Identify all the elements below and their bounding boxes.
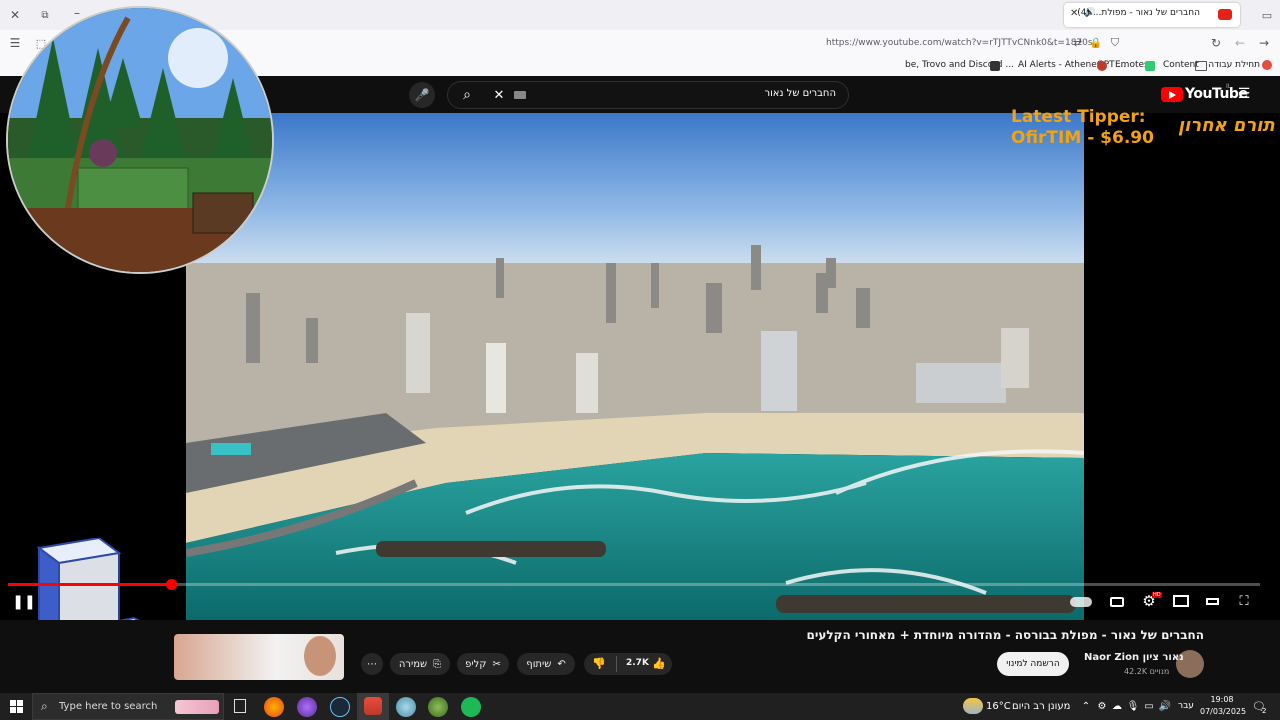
athene-icon [1097, 61, 1107, 71]
bookmark-favicon-icon [1262, 60, 1272, 70]
progress-played [8, 583, 171, 586]
tray-app-icon[interactable]: ⚙ [1096, 699, 1108, 713]
task-view-icon[interactable] [234, 699, 246, 713]
country-code: IL [1226, 83, 1232, 90]
clip-label: קליפ [465, 658, 487, 670]
bookmark-icon: ⎘ [433, 658, 442, 670]
weather-text[interactable]: מעונן רב היום [1012, 701, 1070, 712]
url-text[interactable]: https://www.youtube.com/watch?v=rTJTTvCN… [826, 38, 1093, 48]
restore-window-icon[interactable]: ⧉ [38, 8, 52, 22]
guide-menu-icon[interactable]: ☰ [1236, 86, 1252, 102]
fullscreen-icon[interactable]: ⛶ [1237, 594, 1251, 609]
hd-badge: HD [1152, 592, 1162, 598]
share-button[interactable]: שיתוף ↶ [517, 653, 575, 675]
subscribe-button[interactable]: הרשמה למינוי [997, 652, 1069, 676]
firefox-icon[interactable] [264, 697, 284, 717]
thumbnail-face [304, 636, 336, 676]
lock-icon[interactable]: 🔒 [1090, 36, 1102, 50]
like-dislike-group: 👎 2.7K 👍 [584, 653, 672, 675]
close-window-icon[interactable]: ✕ [8, 8, 22, 22]
latest-tipper-label: Latest Tipper: [1011, 107, 1146, 127]
latest-tipper-value: OfirTIM - $6.90 [1011, 128, 1154, 148]
spotify-icon[interactable] [461, 697, 481, 717]
search-icon[interactable]: ⌕ [458, 86, 476, 104]
windows-taskbar: ⌕ Type here to search 16°C מעונן רב היום… [0, 693, 1280, 720]
chevron-up-icon[interactable]: ⌃ [1080, 699, 1092, 713]
taskbar-active-app[interactable] [357, 693, 389, 720]
clock-time[interactable]: 19:08 [1203, 695, 1241, 704]
app-icon[interactable] [396, 697, 416, 717]
subscriber-count: 42.2K מנויים [1124, 667, 1170, 676]
video-scene-image [186, 113, 1084, 620]
language-indicator[interactable]: עבר [1178, 701, 1194, 711]
dislike-button[interactable]: 👎 [592, 657, 606, 670]
bookmark-item[interactable]: תחילת עבודה [1208, 60, 1260, 70]
menu-icon[interactable]: ☰ [8, 36, 22, 50]
pause-icon[interactable]: ❚❚ [12, 594, 35, 610]
subtitles-icon[interactable] [1110, 597, 1124, 607]
like-count[interactable]: 2.7K [626, 658, 649, 668]
youtube-logo-icon[interactable] [1161, 87, 1183, 102]
search-box[interactable]: ⌕ ✕ החברים של נאור [447, 81, 849, 109]
like-button[interactable]: 👍 [652, 657, 666, 670]
microphone-icon[interactable]: 🎙 [1127, 699, 1140, 713]
miniplayer-icon[interactable] [1173, 595, 1189, 607]
forward-icon[interactable]: ← [1233, 36, 1247, 50]
search-highlight-image [175, 700, 219, 714]
app-icon[interactable] [428, 697, 448, 717]
progress-scrubber[interactable] [165, 579, 177, 590]
weather-temp[interactable]: 16°C [986, 701, 1011, 712]
clip-button[interactable]: קליפ ✂ [457, 653, 509, 675]
channel-name[interactable]: Naor Zion נאור ציון [1084, 652, 1184, 663]
taskbar-search-placeholder: Type here to search [59, 701, 158, 712]
translate-icon[interactable]: ⇄ [1072, 36, 1084, 50]
search-input[interactable]: החברים של נאור [764, 88, 836, 99]
tab-list-icon[interactable]: ▭ [1260, 8, 1274, 22]
autoplay-toggle[interactable] [1070, 597, 1092, 607]
clear-search-icon[interactable]: ✕ [490, 86, 508, 104]
bookmark-item[interactable]: Content [1163, 60, 1199, 70]
folder-icon [1195, 61, 1207, 71]
clock-date[interactable]: 07/03/2025 [1200, 707, 1246, 716]
progress-bar[interactable] [8, 579, 1260, 590]
more-actions-icon[interactable]: ⋯ [361, 653, 383, 675]
discord-icon [990, 61, 1000, 71]
share-icon: ↶ [557, 658, 566, 670]
browser-tab-active[interactable]: ✕ 🔊 החברים של נאור - מפולת... (4) [1064, 3, 1240, 27]
taskbar-search-box[interactable]: ⌕ Type here to search [32, 693, 224, 720]
game-scene-image [8, 8, 272, 272]
back-icon[interactable]: → [1257, 36, 1271, 50]
save-button[interactable]: שמירה ⎘ [390, 653, 450, 675]
youtube-favicon-icon [1218, 9, 1232, 20]
tab-title: החברים של נאור - מפולת... (4) [1077, 8, 1200, 18]
recommended-video-thumbnail[interactable] [174, 634, 344, 680]
share-label: שיתוף [526, 658, 552, 670]
windows-start-icon[interactable] [10, 700, 23, 713]
bookmark-item[interactable]: AI Alerts - AtheneGPT ... [1018, 60, 1126, 70]
voice-search-icon[interactable]: 🎤 [409, 82, 435, 108]
theater-mode-icon[interactable] [1206, 598, 1219, 605]
streamer-camera-overlay [6, 6, 274, 274]
reload-icon[interactable]: ↻ [1209, 36, 1223, 50]
volume-icon[interactable]: 🔊 [1159, 699, 1171, 713]
latest-tipper-hebrew: תורם אחרון [1178, 115, 1275, 136]
emotes-icon [1145, 61, 1155, 71]
scissors-icon: ✂ [492, 658, 501, 670]
save-label: שמירה [398, 658, 428, 670]
shield-icon[interactable]: ⛉ [1109, 36, 1121, 50]
search-icon: ⌕ [41, 699, 48, 713]
network-icon[interactable]: ▭ [1143, 699, 1155, 713]
notification-count: 2 [1262, 707, 1267, 715]
keyboard-icon[interactable] [514, 91, 526, 99]
app-icon[interactable] [297, 697, 317, 717]
steam-icon[interactable] [330, 697, 350, 717]
video-title: החברים של נאור - מפולת בבורסה - מהדורה מ… [806, 628, 1204, 642]
weather-icon[interactable] [963, 698, 983, 714]
cloud-icon[interactable]: ☁ [1111, 699, 1123, 713]
video-frame[interactable] [186, 113, 1084, 620]
